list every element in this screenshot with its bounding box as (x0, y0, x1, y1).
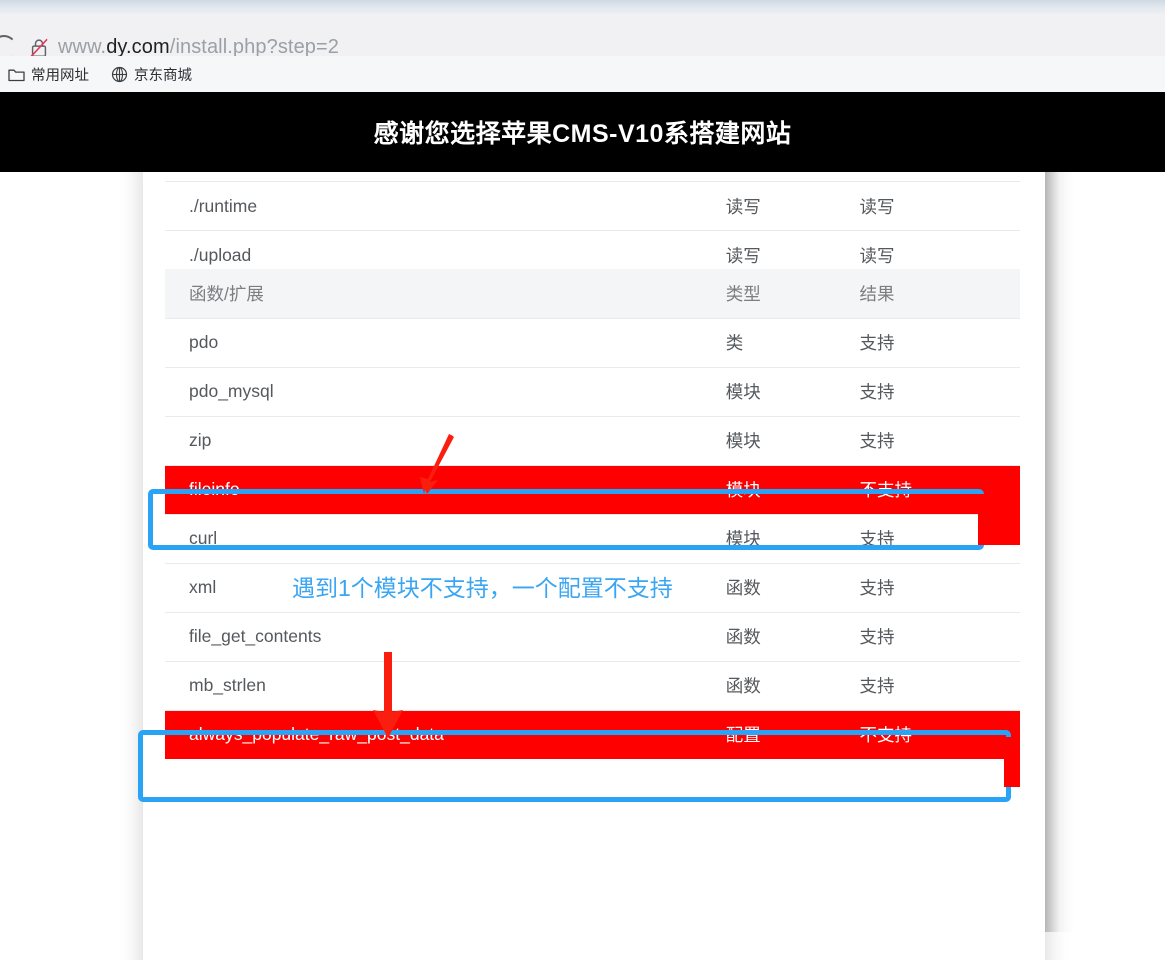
func-result: 支持 (859, 661, 1020, 710)
func-type: 模块 (726, 465, 860, 514)
url-path: /install.php?step=2 (170, 36, 339, 58)
bookmark-label: 常用网址 (31, 64, 89, 85)
func-type: 模块 (726, 367, 860, 416)
func-result: 支持 (859, 563, 1020, 612)
site-header-banner: 感谢您选择苹果CMS-V10系搭建网站 (0, 92, 1165, 172)
func-name: file_get_contents (165, 612, 726, 661)
col-header-type: 类型 (726, 269, 860, 318)
func-result: 支持 (859, 318, 1020, 367)
function-extension-table: 函数/扩展 类型 结果 pdo 类 支持 pdo_mysql 模块 支持 zip (165, 269, 1020, 759)
func-result: 支持 (859, 612, 1020, 661)
func-result: 不支持 (859, 465, 1020, 514)
func-type: 配置 (726, 710, 860, 759)
browser-address-bar[interactable]: www.dy.com/install.php?step=2 (0, 14, 1165, 56)
url-domain: dy.com (106, 36, 170, 58)
table-row: file_get_contents 函数 支持 (165, 612, 1020, 661)
table-row-unsupported-rawpostdata: always_populate_raw_post_data 配置 不支持 (165, 710, 1020, 759)
annotation-note: 遇到1个模块不支持，一个配置不支持 (292, 569, 673, 603)
table-header-row: 函数/扩展 类型 结果 (165, 269, 1020, 318)
func-result: 支持 (859, 416, 1020, 465)
dir-result: 读写 (859, 182, 1020, 231)
table-row: ./runtime 读写 读写 (165, 182, 1020, 231)
func-result: 支持 (859, 367, 1020, 416)
table-row: pdo 类 支持 (165, 318, 1020, 367)
folder-icon (8, 67, 25, 82)
bookmark-item-jd[interactable]: 京东商城 (111, 64, 192, 85)
bookmark-item-common-sites[interactable]: 常用网址 (8, 64, 89, 85)
func-result: 支持 (859, 514, 1020, 563)
table-row: ./application/data/update 读写 读写 (165, 172, 1020, 182)
col-header-name: 函数/扩展 (165, 269, 726, 318)
dir-name: ./application/data/update (165, 172, 726, 182)
scroll-shadow (1045, 172, 1075, 932)
page-content-area: ./application/data/update 读写 读写 ./runtim… (0, 172, 1165, 960)
func-result: 不支持 (859, 710, 1020, 759)
dir-type: 读写 (726, 172, 860, 182)
func-name: always_populate_raw_post_data (165, 710, 726, 759)
func-type: 模块 (726, 514, 860, 563)
func-type: 类 (726, 318, 860, 367)
table-row-unsupported-fileinfo: fileinfo 模块 不支持 (165, 465, 1020, 514)
page-title: 感谢您选择苹果CMS-V10系搭建网站 (374, 114, 792, 150)
func-name: pdo_mysql (165, 367, 726, 416)
function-table-body: pdo 类 支持 pdo_mysql 模块 支持 zip 模块 支持 filei… (165, 318, 1020, 759)
table-row: zip 模块 支持 (165, 416, 1020, 465)
func-name: zip (165, 416, 726, 465)
url-prefix: www. (58, 36, 106, 58)
table-row: curl 模块 支持 (165, 514, 1020, 563)
dir-name: ./runtime (165, 182, 726, 231)
func-name: mb_strlen (165, 661, 726, 710)
func-type: 函数 (726, 612, 860, 661)
dir-result: 读写 (859, 172, 1020, 182)
func-type: 函数 (726, 563, 860, 612)
bookmarks-bar: 常用网址 京东商城 (0, 56, 1165, 92)
dir-type: 读写 (726, 182, 860, 231)
table-row: pdo_mysql 模块 支持 (165, 367, 1020, 416)
func-name: pdo (165, 318, 726, 367)
func-name: fileinfo (165, 465, 726, 514)
function-table-header: 函数/扩展 类型 结果 (165, 269, 1020, 318)
col-header-result: 结果 (859, 269, 1020, 318)
directory-permission-table: ./application/data/update 读写 读写 ./runtim… (165, 172, 1020, 280)
globe-icon (111, 66, 128, 83)
table-row: mb_strlen 函数 支持 (165, 661, 1020, 710)
install-card: ./application/data/update 读写 读写 ./runtim… (143, 172, 1045, 960)
func-type: 模块 (726, 416, 860, 465)
func-type: 函数 (726, 661, 860, 710)
func-name: curl (165, 514, 726, 563)
bookmark-label: 京东商城 (134, 64, 192, 85)
directory-table-body: ./application/data/update 读写 读写 ./runtim… (165, 172, 1020, 280)
browser-tabstrip (0, 0, 1165, 14)
